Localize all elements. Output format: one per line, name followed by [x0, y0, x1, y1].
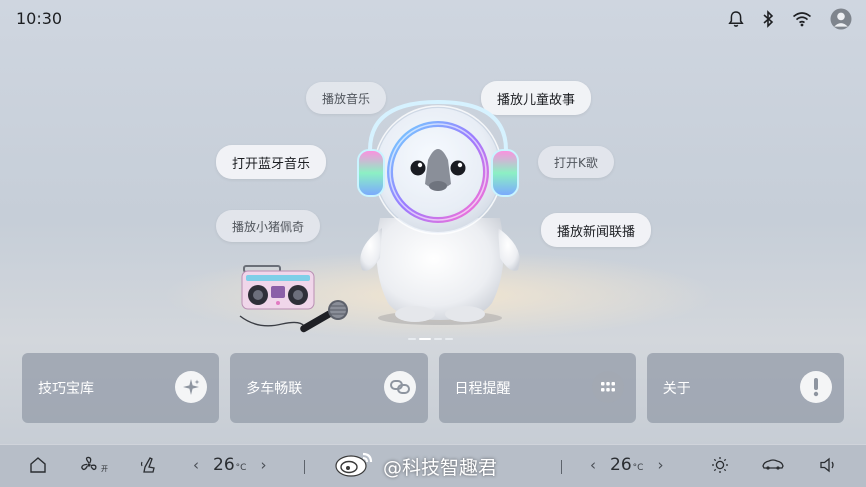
card-label: 日程提醒: [454, 381, 511, 397]
watermark: @科技智趣君: [333, 449, 497, 483]
home-icon[interactable]: [29, 456, 47, 474]
temp-increase-button[interactable]: ›: [657, 456, 663, 474]
card-label: 多车畅联: [246, 381, 303, 397]
right-temp-value: 26: [610, 455, 632, 475]
page-dot[interactable]: [445, 338, 453, 340]
sparkle-icon: [175, 371, 208, 403]
page-dot[interactable]: [408, 338, 416, 340]
microphone-illustration: [238, 296, 350, 340]
fan-icon: [80, 456, 100, 474]
card-label: 关于: [662, 381, 691, 397]
fan-button[interactable]: 开: [80, 456, 108, 474]
card-about[interactable]: 关于: [646, 353, 844, 423]
clock: 10:30: [16, 9, 63, 28]
card-tips[interactable]: 技巧宝库: [22, 353, 220, 423]
temp-decrease-button[interactable]: ‹: [193, 456, 199, 474]
suggestion-bubble[interactable]: 播放小猪佩奇: [216, 210, 321, 242]
status-icons: [728, 8, 852, 30]
right-temp-unit: °C: [632, 463, 644, 473]
suggestion-bubble[interactable]: 播放新闻联播: [541, 213, 652, 247]
brightness-icon[interactable]: [711, 456, 729, 474]
card-schedule[interactable]: 日程提醒: [438, 353, 636, 423]
wifi-icon[interactable]: [792, 11, 812, 27]
suggestion-bubble[interactable]: 打开蓝牙音乐: [216, 145, 327, 179]
card-multi-car[interactable]: 多车畅联: [230, 353, 428, 423]
status-bar: 10:30: [0, 0, 866, 36]
volume-icon[interactable]: [819, 456, 839, 474]
account-icon[interactable]: [830, 8, 852, 30]
page-dot[interactable]: [434, 338, 442, 340]
right-temperature-control: ‹ 26°C ›: [590, 455, 663, 475]
temp-decrease-button[interactable]: ‹: [590, 456, 596, 474]
watermark-text: @科技智趣君: [383, 456, 498, 479]
bell-icon[interactable]: [728, 10, 744, 28]
seat-heat-icon[interactable]: [139, 456, 157, 474]
feature-cards: 技巧宝库 多车畅联 日程提醒 关于: [22, 353, 844, 423]
grid-icon: [591, 371, 624, 403]
suggestion-label: 打开蓝牙音乐: [232, 156, 311, 172]
carousel-indicator: [408, 338, 453, 340]
left-temp-unit: °C: [235, 463, 247, 473]
suggestion-label: 播放新闻联播: [557, 224, 636, 240]
suggestion-label: 播放小猪佩奇: [232, 219, 305, 234]
temp-increase-button[interactable]: ›: [260, 456, 266, 474]
left-temperature-control: ‹ 26°C ›: [193, 455, 266, 475]
left-temp-value: 26: [213, 455, 235, 475]
suggestion-bubble[interactable]: 打开K歌: [538, 146, 614, 178]
bluetooth-icon[interactable]: [762, 10, 774, 28]
weibo-logo-icon: [333, 449, 377, 484]
card-label: 技巧宝库: [38, 381, 94, 397]
penguin-mascot[interactable]: [340, 98, 530, 332]
fan-status-label: 开: [101, 465, 108, 473]
suggestion-label: 打开K歌: [554, 155, 598, 170]
car-icon[interactable]: [761, 456, 785, 472]
info-icon: [800, 371, 832, 403]
dock-divider: [304, 460, 305, 474]
dock-divider: [561, 460, 562, 474]
page-dot-active[interactable]: [419, 338, 431, 340]
link-icon: [383, 371, 416, 403]
